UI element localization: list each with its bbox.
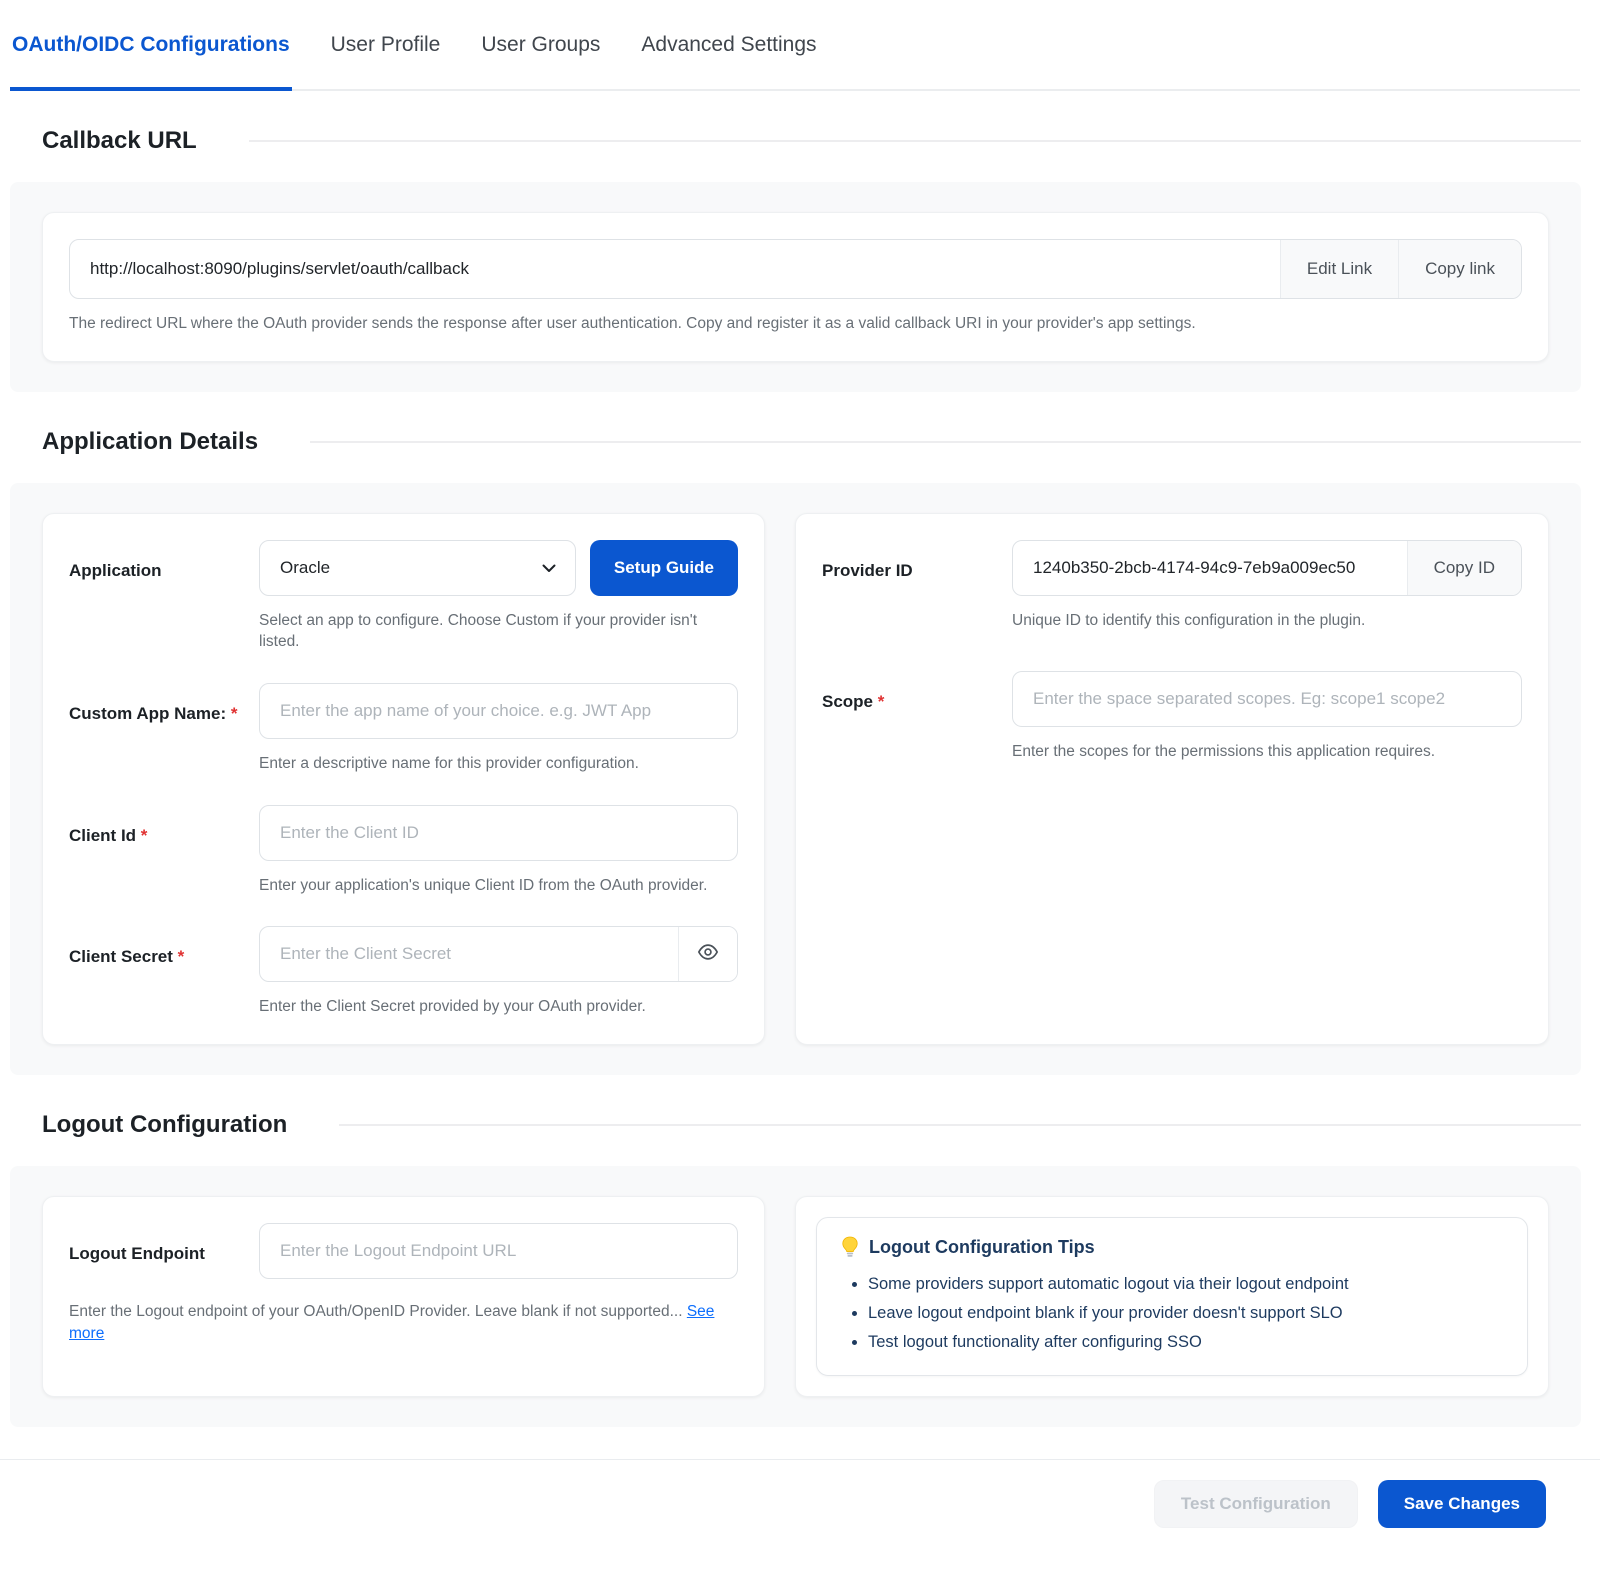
logout-tip-item: Leave logout endpoint blank if your prov… <box>868 1299 1503 1328</box>
toggle-secret-visibility-button[interactable] <box>678 927 737 981</box>
tab-user-profile[interactable]: User Profile <box>329 0 443 89</box>
application-label: Application <box>69 540 259 653</box>
tab-advanced-settings[interactable]: Advanced Settings <box>639 0 818 89</box>
logout-endpoint-label: Logout Endpoint <box>69 1223 259 1279</box>
section-divider <box>249 140 1581 142</box>
required-asterisk: * <box>878 692 885 711</box>
logout-tip-item: Test logout functionality after configur… <box>868 1328 1503 1357</box>
logout-endpoint-helper: Enter the Logout endpoint of your OAuth/… <box>69 1301 738 1344</box>
application-details-title: Application Details <box>42 428 258 456</box>
logout-endpoint-input[interactable] <box>260 1224 737 1278</box>
logout-configuration-section-header: Logout Configuration <box>42 1111 1581 1139</box>
copy-id-button[interactable]: Copy ID <box>1407 541 1521 595</box>
client-secret-input[interactable] <box>260 927 678 981</box>
setup-guide-button[interactable]: Setup Guide <box>590 540 738 596</box>
logout-configuration-title: Logout Configuration <box>42 1111 287 1139</box>
client-secret-helper: Enter the Client Secret provided by your… <box>259 996 738 1018</box>
callback-url-helper: The redirect URL where the OAuth provide… <box>69 313 1522 335</box>
logout-endpoint-row: Logout Endpoint <box>69 1223 738 1279</box>
eye-icon <box>697 941 719 963</box>
edit-link-button[interactable]: Edit Link <box>1280 240 1398 298</box>
callback-url-card: Edit Link Copy link The redirect URL whe… <box>42 212 1549 362</box>
provider-id-row: Provider ID Copy ID Unique ID to identif… <box>822 540 1522 632</box>
application-select[interactable]: Oracle <box>259 540 576 596</box>
scope-helper: Enter the scopes for the permissions thi… <box>1012 741 1522 763</box>
scope-input[interactable] <box>1013 672 1521 726</box>
provider-id-input[interactable] <box>1013 541 1407 595</box>
tab-user-groups[interactable]: User Groups <box>479 0 602 89</box>
scope-label: Scope * <box>822 671 1012 763</box>
logout-configuration-panel: Logout Endpoint Enter the Logout endpoin… <box>10 1166 1581 1427</box>
callback-url-title: Callback URL <box>42 127 197 155</box>
logout-endpoint-card: Logout Endpoint Enter the Logout endpoin… <box>42 1196 765 1397</box>
provider-id-helper: Unique ID to identify this configuration… <box>1012 610 1522 632</box>
callback-url-panel: Edit Link Copy link The redirect URL whe… <box>10 182 1581 392</box>
logout-tips-card: Logout Configuration Tips Some providers… <box>795 1196 1549 1397</box>
section-divider <box>310 441 1581 443</box>
settings-tabbar: OAuth/OIDC Configurations User Profile U… <box>10 0 1580 91</box>
application-details-right-card: Provider ID Copy ID Unique ID to identif… <box>795 513 1549 1045</box>
custom-app-name-label: Custom App Name: * <box>69 683 259 775</box>
client-id-input[interactable] <box>260 806 737 860</box>
application-helper: Select an app to configure. Choose Custo… <box>259 610 738 653</box>
footer-actions: Test Configuration Save Changes <box>0 1460 1600 1528</box>
logout-tips-box: Logout Configuration Tips Some providers… <box>816 1217 1528 1376</box>
application-select-value: Oracle <box>280 558 330 578</box>
client-id-row: Client Id * Enter your application's uni… <box>69 805 738 897</box>
custom-app-name-input[interactable] <box>260 684 737 738</box>
save-changes-button[interactable]: Save Changes <box>1378 1480 1546 1528</box>
lightbulb-icon <box>841 1236 859 1258</box>
logout-tips-title-row: Logout Configuration Tips <box>841 1236 1503 1258</box>
scope-row: Scope * Enter the scopes for the permiss… <box>822 671 1522 763</box>
custom-app-name-helper: Enter a descriptive name for this provid… <box>259 753 738 775</box>
application-details-left-card: Application Oracle Setup Guide Select an… <box>42 513 765 1045</box>
application-details-section-header: Application Details <box>42 428 1581 456</box>
logout-tips-title: Logout Configuration Tips <box>869 1237 1095 1258</box>
test-configuration-button[interactable]: Test Configuration <box>1154 1480 1358 1528</box>
callback-url-input[interactable] <box>70 240 1280 298</box>
tab-oauth-oidc-configurations[interactable]: OAuth/OIDC Configurations <box>10 0 292 89</box>
copy-link-button[interactable]: Copy link <box>1398 240 1521 298</box>
client-secret-row: Client Secret * <box>69 926 738 1018</box>
provider-id-label: Provider ID <box>822 540 1012 632</box>
application-details-panel: Application Oracle Setup Guide Select an… <box>10 483 1581 1075</box>
callback-url-input-group: Edit Link Copy link <box>69 239 1522 299</box>
callback-url-section-header: Callback URL <box>42 127 1581 155</box>
section-divider <box>339 1124 1581 1126</box>
required-asterisk: * <box>141 826 148 845</box>
chevron-down-icon <box>541 560 557 576</box>
required-asterisk: * <box>178 947 185 966</box>
client-secret-label: Client Secret * <box>69 926 259 1018</box>
client-id-label: Client Id * <box>69 805 259 897</box>
logout-tips-list: Some providers support automatic logout … <box>841 1270 1503 1357</box>
custom-app-name-row: Custom App Name: * Enter a descriptive n… <box>69 683 738 775</box>
logout-tip-item: Some providers support automatic logout … <box>868 1270 1503 1299</box>
application-row: Application Oracle Setup Guide Select an… <box>69 540 738 653</box>
client-id-helper: Enter your application's unique Client I… <box>259 875 738 897</box>
required-asterisk: * <box>231 704 238 723</box>
